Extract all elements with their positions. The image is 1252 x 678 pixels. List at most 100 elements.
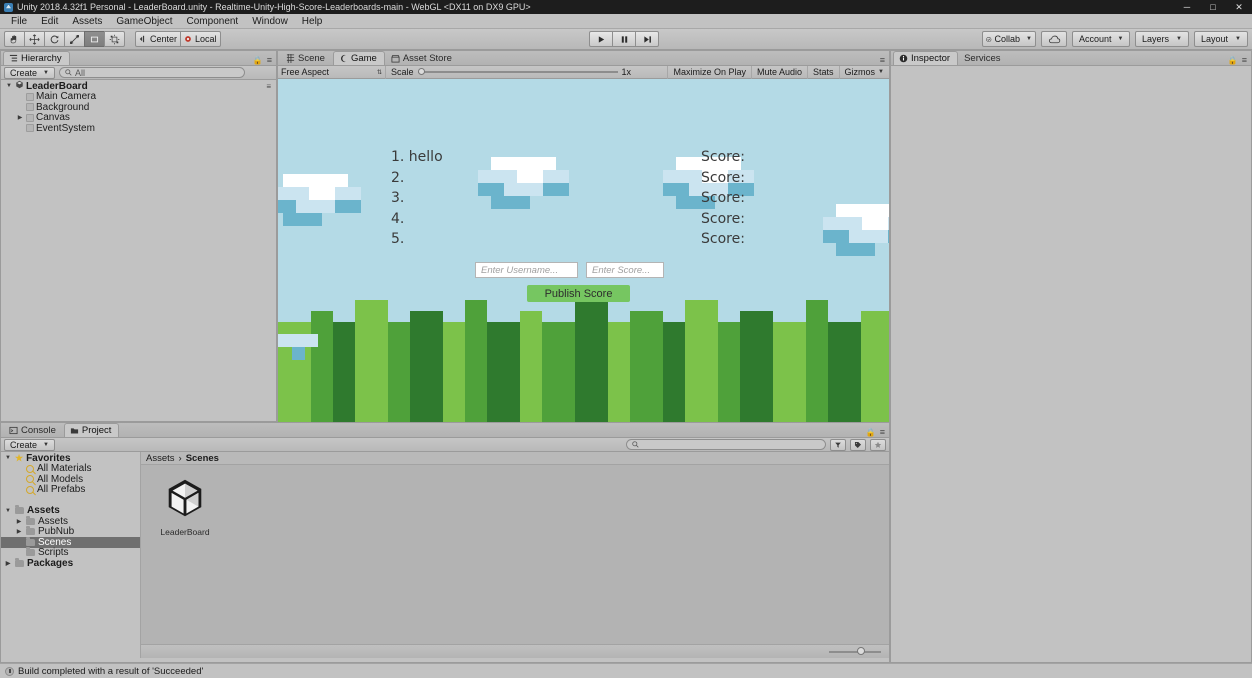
menu-window[interactable]: Window	[245, 14, 295, 29]
maximize-on-play-toggle[interactable]: Maximize On Play	[667, 65, 751, 79]
cloud-button[interactable]	[1041, 31, 1067, 47]
mute-audio-toggle[interactable]: Mute Audio	[750, 65, 807, 79]
tab-game[interactable]: Game	[332, 51, 385, 65]
menu-help[interactable]: Help	[295, 14, 330, 29]
pivot-center-button[interactable]: Center	[135, 31, 182, 47]
expand-arrow-icon[interactable]: ▶	[4, 560, 12, 567]
project-create-button[interactable]: Create ▼	[4, 438, 55, 451]
tab-inspector[interactable]: Inspector	[893, 51, 959, 65]
hierarchy-item-leaderboard[interactable]: ▼ LeaderBoard ≡	[1, 81, 276, 92]
expand-arrow-icon[interactable]: ▼	[4, 508, 12, 514]
scale-slider-knob[interactable]	[417, 68, 425, 75]
project-tree-item-scripts[interactable]: Scripts	[1, 547, 140, 558]
collab-button[interactable]: Collab ▼	[982, 31, 1036, 47]
expand-arrow-icon[interactable]: ▶	[16, 114, 24, 121]
play-button[interactable]	[589, 31, 613, 47]
account-button[interactable]: Account ▼	[1072, 31, 1130, 47]
hierarchy-item-canvas[interactable]: ▶ Canvas	[1, 112, 276, 123]
hierarchy-search-input[interactable]: All	[58, 67, 245, 78]
leaderboard-score: Score:	[701, 210, 745, 227]
layout-chevron-down-icon: ▼	[1235, 36, 1241, 42]
inspector-lock-icon[interactable]: 🔒	[1228, 56, 1238, 65]
search-filter-type-button[interactable]	[830, 438, 846, 451]
layout-button[interactable]: Layout ▼	[1194, 31, 1248, 47]
rect-tool-button[interactable]	[84, 31, 105, 47]
menu-edit[interactable]: Edit	[34, 14, 65, 29]
breadcrumb-assets[interactable]: Assets	[146, 453, 175, 464]
project-tabrow: Console Project 🔒 ≡	[1, 423, 889, 438]
tab-scene[interactable]: Scene	[280, 51, 333, 65]
status-bar[interactable]: Build completed with a result of 'Succee…	[0, 663, 1252, 678]
bush-pixel	[575, 300, 608, 424]
maximize-button[interactable]: □	[1200, 0, 1226, 14]
status-info-icon	[5, 666, 14, 676]
project-tree-item-all-models[interactable]: All Models	[1, 474, 140, 485]
username-input[interactable]: Enter Username...	[475, 262, 578, 278]
project-lock-icon[interactable]: 🔒	[866, 428, 876, 437]
asset-size-slider-knob[interactable]	[857, 647, 865, 655]
breadcrumb-scenes[interactable]: Scenes	[186, 453, 219, 464]
game-canvas[interactable]: 1. hello Score: 2. Score: 3. Score: 4. Score: 5.…	[278, 79, 889, 424]
project-tree-item-all-prefabs[interactable]: All Prefabs	[1, 484, 140, 495]
expand-arrow-icon[interactable]: ▼	[4, 455, 12, 461]
scale-slider-track[interactable]	[417, 68, 618, 75]
project-tree-item-scenes[interactable]: Scenes	[1, 536, 140, 548]
project-tree-item-favorites[interactable]: ▼ ★ Favorites	[1, 453, 140, 464]
tab-console[interactable]: Console	[3, 423, 64, 437]
pause-button[interactable]	[612, 31, 636, 47]
hierarchy-item-main-camera[interactable]: Main Camera	[1, 91, 276, 102]
aspect-ratio-label: Free Aspect	[281, 67, 330, 77]
menu-assets[interactable]: Assets	[65, 14, 109, 29]
project-footer	[141, 644, 889, 658]
scale-tool-button[interactable]	[64, 31, 85, 47]
expand-arrow-icon[interactable]: ▼	[5, 83, 13, 89]
move-tool-button[interactable]	[24, 31, 45, 47]
hierarchy-menu-icon[interactable]: ≡	[267, 55, 272, 65]
tab-services[interactable]: Services	[958, 51, 1008, 65]
hierarchy-item-eventsystem[interactable]: EventSystem	[1, 123, 276, 134]
cloud-pixel	[278, 187, 309, 200]
tab-hierarchy-label: Hierarchy	[21, 52, 62, 64]
project-tree-item-assets[interactable]: ▶ Assets	[1, 515, 140, 527]
tab-hierarchy[interactable]: Hierarchy	[3, 51, 70, 65]
inspector-menu-icon[interactable]: ≡	[1242, 55, 1247, 65]
stats-toggle[interactable]: Stats	[807, 65, 839, 79]
project-tree-item-assets[interactable]: ▼ Assets	[1, 505, 140, 516]
lock-icon[interactable]: 🔒	[253, 56, 263, 65]
asset-label: LeaderBoard	[160, 527, 210, 537]
project-tree-item-all-materials[interactable]: All Materials	[1, 463, 140, 474]
asset-item-leaderboard[interactable]: LeaderBoard	[155, 475, 215, 537]
scale-slider-group[interactable]: Scale 1x	[386, 67, 667, 77]
project-tree-item-pubnub[interactable]: ▶ PubNub	[1, 526, 140, 537]
scene-context-menu-icon[interactable]: ≡	[266, 82, 276, 91]
tab-asset-store[interactable]: Asset Store	[385, 51, 460, 65]
hierarchy-create-button[interactable]: Create ▼	[4, 66, 55, 79]
space-local-button[interactable]: Local	[180, 31, 221, 47]
project-tree-item-packages[interactable]: ▶ Packages	[1, 557, 140, 569]
close-button[interactable]: ✕	[1226, 0, 1252, 14]
gameview-menu-icon[interactable]: ≡	[880, 55, 885, 65]
hierarchy-item-background[interactable]: Background	[1, 102, 276, 113]
aspect-ratio-dropdown[interactable]: Free Aspect ⇅	[278, 65, 386, 79]
expand-arrow-icon[interactable]: ▶	[15, 518, 23, 525]
tab-project[interactable]: Project	[63, 423, 120, 437]
layers-button[interactable]: Layers ▼	[1135, 31, 1189, 47]
menu-file[interactable]: File	[4, 14, 34, 29]
search-filter-favorite-button[interactable]	[870, 438, 886, 451]
step-button[interactable]	[635, 31, 659, 47]
transform-tool-button[interactable]	[104, 31, 125, 47]
menu-component[interactable]: Component	[180, 14, 246, 29]
inspector-body	[891, 66, 1251, 662]
menu-gameobject[interactable]: GameObject	[109, 14, 179, 29]
project-menu-icon[interactable]: ≡	[880, 427, 885, 437]
publish-score-button[interactable]: Publish Score	[527, 285, 630, 302]
score-input[interactable]: Enter Score...	[586, 262, 664, 278]
minimize-button[interactable]: ─	[1174, 0, 1200, 14]
search-filter-label-button[interactable]	[850, 438, 866, 451]
project-search-input[interactable]	[626, 439, 826, 450]
asset-size-slider[interactable]	[829, 647, 881, 655]
hand-tool-button[interactable]	[4, 31, 25, 47]
gizmos-dropdown[interactable]: Gizmos ▼	[838, 65, 889, 79]
expand-arrow-icon[interactable]: ▶	[15, 528, 23, 535]
rotate-tool-button[interactable]	[44, 31, 65, 47]
